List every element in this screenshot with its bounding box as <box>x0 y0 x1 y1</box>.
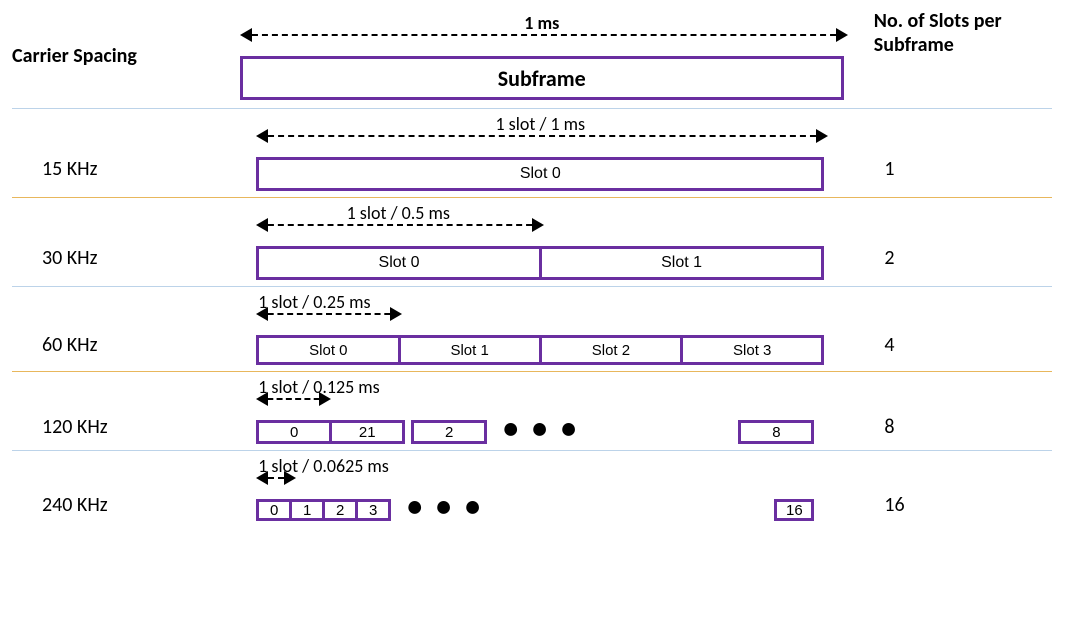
subframe-box: Subframe <box>240 56 844 100</box>
freq-label: 60 KHz <box>42 333 98 357</box>
dim-arrow <box>258 313 400 335</box>
dim-arrow-full <box>242 34 846 56</box>
dim-label: 1 slot / 0.25 ms <box>256 291 824 313</box>
freq-label: 30 KHz <box>42 246 98 270</box>
count: 4 <box>884 333 894 357</box>
slot: 21 <box>329 420 405 444</box>
row-30khz: 30 KHz 1 slot / 0.5 ms Slot 0 Slot 1 2 <box>12 198 1052 284</box>
slot: 1 <box>289 499 325 521</box>
slot: 3 <box>355 499 391 521</box>
row-120khz: 120 KHz 1 slot / 0.125 ms 0 21 2 ••• 8 8 <box>12 372 1052 448</box>
dim-label: 1 slot / 0.125 ms <box>256 376 824 398</box>
mid-240: 1 slot / 0.0625 ms 0 1 2 3 ••• 16 <box>256 455 824 521</box>
slots-120: 0 21 2 ••• 8 <box>256 420 824 444</box>
slots-30: Slot 0 Slot 1 <box>256 246 824 280</box>
row-15khz: 15 KHz 1 slot / 1 ms Slot 0 1 <box>12 109 1052 195</box>
count: 8 <box>884 415 894 439</box>
slot: 2 <box>411 420 487 444</box>
slot: 16 <box>774 499 814 521</box>
dots-icon: ••• <box>487 429 594 435</box>
slot: 0 <box>256 420 332 444</box>
slots-60: Slot 0 Slot 1 Slot 2 Slot 3 <box>256 335 824 365</box>
slot: Slot 0 <box>259 249 542 277</box>
mid-15: 1 slot / 1 ms Slot 0 <box>256 113 824 191</box>
header-mid: 1 ms Subframe <box>240 12 844 100</box>
slots-15: Slot 0 <box>256 157 824 191</box>
count: 2 <box>884 246 894 270</box>
mid-60: 1 slot / 0.25 ms Slot 0 Slot 1 Slot 2 Sl… <box>256 291 824 365</box>
slot: 8 <box>738 420 814 444</box>
subframe-label: Subframe <box>498 65 586 92</box>
row-60khz: 60 KHz 1 slot / 0.25 ms Slot 0 Slot 1 Sl… <box>12 287 1052 369</box>
dim-label: 1 slot / 1 ms <box>256 113 824 135</box>
freq-label: 120 KHz <box>42 415 108 439</box>
dots-icon: ••• <box>391 507 498 513</box>
diagram: Carrier Spacing 1 ms Subframe No. of Slo… <box>12 12 1052 525</box>
dim-arrow <box>258 398 329 420</box>
dim-label: 1 slot / 0.5 ms <box>256 202 540 224</box>
header-row: Carrier Spacing 1 ms Subframe No. of Slo… <box>12 12 1052 106</box>
dim-arrow <box>258 135 826 157</box>
heading-carrier-spacing: Carrier Spacing <box>12 44 240 68</box>
slots-240: 0 1 2 3 ••• 16 <box>256 499 824 521</box>
row-240khz: 240 KHz 1 slot / 0.0625 ms 0 1 2 3 ••• 1… <box>12 451 1052 525</box>
heading-right-a: No. of Slots per <box>874 9 1002 33</box>
freq-label: 15 KHz <box>42 157 98 181</box>
slot: Slot 1 <box>542 249 822 277</box>
slot: Slot 0 <box>259 338 400 362</box>
slot: 0 <box>256 499 292 521</box>
heading-right-b: Subframe <box>874 33 954 57</box>
slot: Slot 0 <box>259 160 821 188</box>
slot: Slot 2 <box>542 338 683 362</box>
slot: Slot 1 <box>401 338 542 362</box>
dim-arrow <box>258 477 294 499</box>
heading-left-text: Carrier Spacing <box>12 44 137 68</box>
dim-label: 1 ms <box>240 12 844 34</box>
count: 1 <box>884 157 894 181</box>
dim-label: 1 slot / 0.0625 ms <box>256 455 824 477</box>
freq-label: 240 KHz <box>42 493 108 517</box>
slot: Slot 3 <box>683 338 821 362</box>
mid-120: 1 slot / 0.125 ms 0 21 2 ••• 8 <box>256 376 824 444</box>
dim-arrow <box>258 224 542 246</box>
mid-30: 1 slot / 0.5 ms Slot 0 Slot 1 <box>256 202 824 280</box>
count: 16 <box>884 493 904 517</box>
heading-num-slots: No. of Slots per Subframe <box>844 9 1052 57</box>
slot: 2 <box>322 499 358 521</box>
